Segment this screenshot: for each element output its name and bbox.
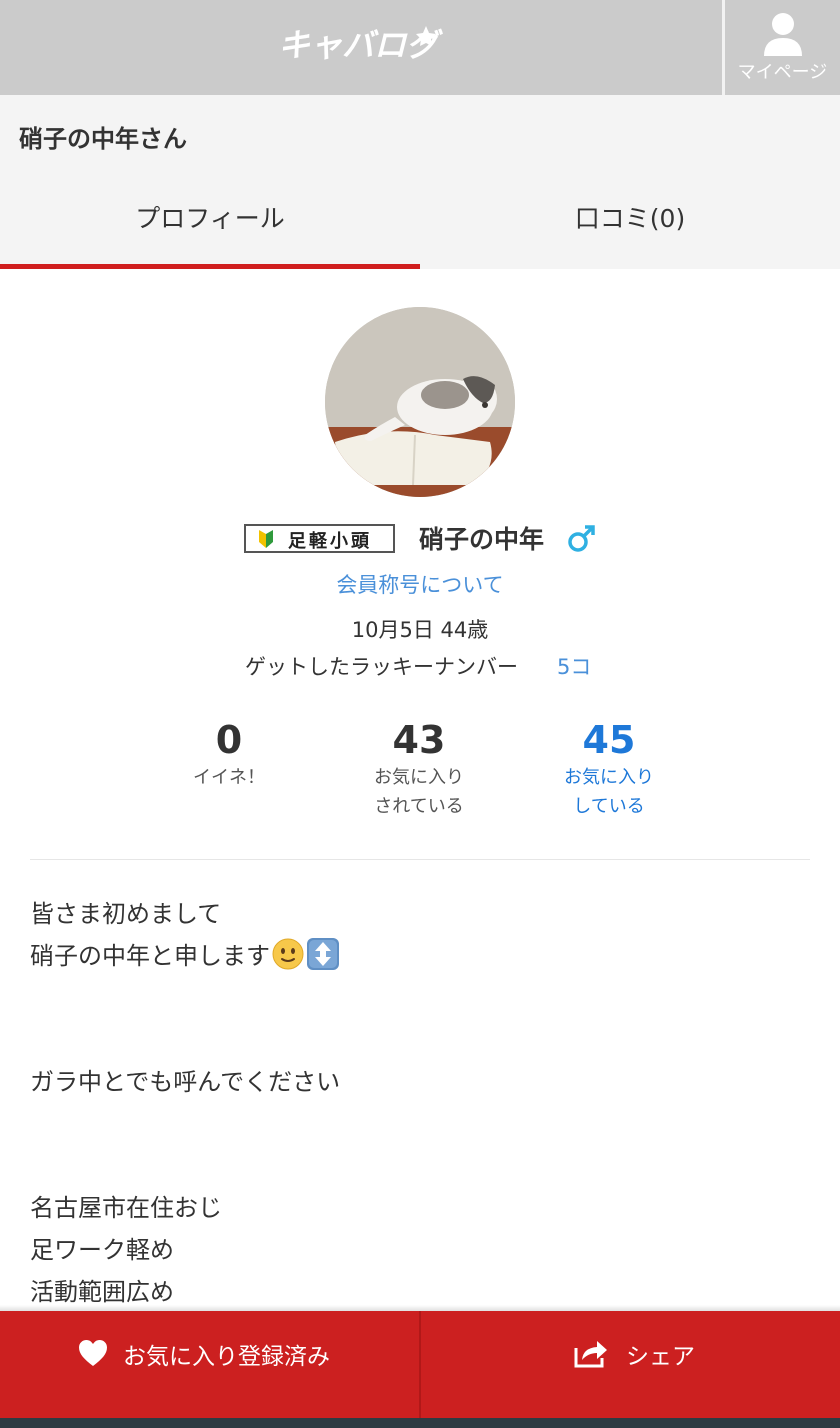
- share-button[interactable]: シェア: [421, 1311, 840, 1397]
- active-tab-indicator: [0, 264, 420, 269]
- birthday-age: 10月5日 44歳: [351, 618, 489, 642]
- favorite-button[interactable]: お気に入り登録済み: [0, 1311, 419, 1397]
- logo-icon: キャバログ: [278, 26, 443, 64]
- avatar: [325, 307, 515, 497]
- bio-line: 名古屋市在住おじ: [30, 1194, 222, 1222]
- bio-line: 皆さま初めまして: [30, 900, 222, 928]
- rank-badge: 足軽小頭: [244, 524, 395, 553]
- bio-line: 足ワーク軽め: [30, 1236, 174, 1264]
- stat-likes: 0 イイネ！: [129, 717, 329, 792]
- bottom-action-bar: お気に入り登録済み シェア: [0, 1311, 840, 1428]
- bio-line: 硝子の中年と申します: [30, 935, 810, 977]
- stat-favoriting[interactable]: 45 お気に入り している: [509, 717, 709, 821]
- lucky-number-count-link[interactable]: 5コ: [557, 651, 591, 681]
- lucky-number-label: ゲットしたラッキーナンバー: [245, 655, 518, 679]
- user-name: 硝子の中年: [419, 525, 545, 554]
- beginner-mark-icon: [259, 530, 273, 548]
- profile-tabs: プロフィール 口コミ(0): [0, 175, 840, 269]
- tab-reviews[interactable]: 口コミ(0): [420, 175, 840, 269]
- svg-text:キャバログ: キャバログ: [278, 26, 443, 64]
- heart-icon: [79, 1340, 107, 1366]
- mypage-label: マイページ: [737, 62, 828, 83]
- name-row: 足軽小頭 硝子の中年: [0, 518, 840, 558]
- up-down-arrow-icon: [307, 938, 339, 970]
- stat-favorited-by: 43 お気に入り されている: [319, 717, 519, 821]
- stat-favoriting-label[interactable]: お気に入り している: [509, 763, 709, 821]
- bio-line: ガラ中とでも呼んでください: [30, 1068, 341, 1096]
- stat-likes-label: イイネ！: [193, 767, 265, 788]
- rank-info-link[interactable]: 会員称号について: [0, 569, 840, 599]
- mypage-button[interactable]: マイページ: [725, 0, 840, 95]
- male-icon: [568, 525, 595, 552]
- bottom-strip: [0, 1418, 840, 1428]
- page-title: 硝子の中年さん: [19, 125, 187, 153]
- share-button-label: シェア: [626, 1344, 695, 1370]
- stat-likes-value: 0: [215, 718, 243, 762]
- avatar-cat-image: [325, 307, 515, 497]
- rank-badge-text: 足軽小頭: [288, 531, 372, 552]
- stat-favorited-by-value: 43: [392, 718, 446, 762]
- favorite-button-label: お気に入り登録済み: [123, 1344, 330, 1370]
- stat-favoriting-value[interactable]: 45: [509, 717, 709, 763]
- profile-bio: 皆さま初めまして 硝子の中年と申します ガラ中とでも呼んでください 名古屋市在住…: [30, 893, 810, 1313]
- user-icon: [764, 13, 802, 56]
- title-bar: 硝子の中年さん: [0, 95, 840, 175]
- section-divider: [30, 859, 810, 860]
- tab-profile[interactable]: プロフィール: [0, 175, 420, 269]
- bio-line-text: 硝子の中年と申します: [30, 942, 270, 970]
- slightly-smiling-face-icon: [272, 938, 304, 970]
- site-logo[interactable]: キャバログ: [276, 22, 448, 66]
- share-icon: [574, 1341, 607, 1368]
- stat-favorited-by-label: お気に入り されている: [374, 767, 464, 817]
- app-header: キャバログ マイページ: [0, 0, 840, 95]
